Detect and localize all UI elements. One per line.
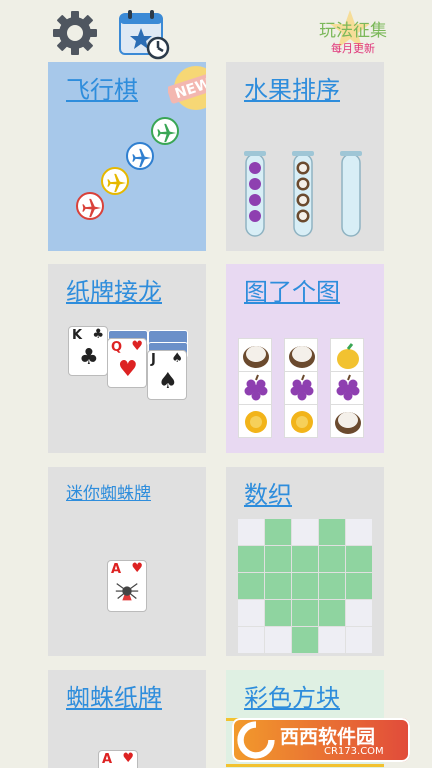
game-title[interactable]: 数织: [244, 475, 292, 510]
grape-tube-icon: [244, 150, 266, 238]
fruit-tile: [330, 338, 364, 372]
nonogram-cell: [346, 519, 372, 545]
watermark-c-icon: [237, 721, 275, 759]
promo-subtitle: 每月更新: [331, 42, 375, 55]
nonogram-cell: [265, 600, 291, 626]
nonogram-cell: [238, 600, 264, 626]
coconut-tube-icon: [292, 150, 314, 238]
game-title[interactable]: 蜘蛛纸牌: [66, 678, 162, 713]
nonogram-cell: [292, 546, 318, 572]
playing-card: A ♥: [107, 560, 147, 612]
nonogram-cell: [319, 573, 345, 599]
fruit-tile: [238, 338, 272, 372]
game-card-fruit-sort[interactable]: 水果排序: [226, 62, 384, 251]
nonogram-cell: [238, 573, 264, 599]
blue-plane-icon: [126, 142, 154, 170]
game-title[interactable]: 彩色方块: [244, 678, 340, 713]
game-title[interactable]: 图了个图: [244, 272, 340, 307]
playing-card: K ♣ ♣: [68, 326, 108, 376]
empty-tube-icon: [340, 150, 362, 238]
nonogram-cell: [265, 546, 291, 572]
fruit-tile: [284, 371, 318, 405]
yellow-plane-icon: [101, 167, 129, 195]
nonogram-cell: [238, 519, 264, 545]
fruit-tile: [330, 404, 364, 438]
nonogram-cell: [346, 573, 372, 599]
game-title[interactable]: 水果排序: [244, 70, 340, 105]
nonogram-cell: [319, 600, 345, 626]
game-card-tile-match[interactable]: 图了个图: [226, 264, 384, 453]
green-plane-icon: [151, 117, 179, 145]
fruit-tile: [238, 371, 272, 405]
playing-card: J ♠ ♠: [147, 350, 187, 400]
top-bar: 玩法征集 每月更新: [0, 0, 432, 62]
nonogram-cell: [238, 546, 264, 572]
gameplay-suggestion-banner[interactable]: 玩法征集 每月更新: [300, 10, 400, 58]
settings-gear-icon[interactable]: [50, 8, 100, 58]
fruit-tile: [284, 338, 318, 372]
game-card-mini-spider[interactable]: 迷你蜘蛛牌 A ♥: [48, 467, 206, 656]
spider-icon: [115, 583, 139, 601]
game-title[interactable]: 飞行棋: [66, 70, 138, 105]
playing-card: Q ♥ ♥: [107, 338, 147, 388]
nonogram-cell: [292, 627, 318, 653]
game-card-nonogram[interactable]: 数织: [226, 467, 384, 656]
playing-card: A ♥: [98, 750, 138, 768]
nonogram-cell: [265, 519, 291, 545]
nonogram-cell: [292, 573, 318, 599]
game-card-solitaire[interactable]: 纸牌接龙 K ♣ ♣ Q ♥ ♥ J ♠ ♠: [48, 264, 206, 453]
nonogram-cell: [265, 573, 291, 599]
nonogram-cell: [292, 600, 318, 626]
nonogram-cell: [265, 627, 291, 653]
watermark-url: CR173.COM: [324, 746, 384, 757]
game-title[interactable]: 迷你蜘蛛牌: [66, 479, 151, 504]
fruit-tile: [238, 404, 272, 438]
watermark-brand: 西西软件园: [280, 726, 376, 748]
fruit-tile: [284, 404, 318, 438]
watermark-logo: 西西软件园 CR173.COM: [232, 718, 410, 762]
game-card-ludo[interactable]: 飞行棋 NEW!: [48, 62, 206, 251]
promo-title: 玩法征集: [319, 21, 387, 41]
nonogram-cell: [346, 600, 372, 626]
fruit-tile: [330, 371, 364, 405]
nonogram-cell: [292, 519, 318, 545]
game-title[interactable]: 纸牌接龙: [66, 272, 162, 307]
nonogram-cell: [346, 546, 372, 572]
game-card-spider-solitaire[interactable]: 蜘蛛纸牌 A ♥: [48, 670, 206, 768]
daily-challenge-calendar-icon[interactable]: [118, 8, 172, 60]
nonogram-cell: [319, 546, 345, 572]
new-badge: NEW!: [167, 62, 206, 112]
color-bar: [226, 764, 384, 767]
nonogram-cell: [319, 519, 345, 545]
nonogram-cell: [238, 627, 264, 653]
red-plane-icon: [76, 192, 104, 220]
nonogram-cell: [346, 627, 372, 653]
nonogram-cell: [319, 627, 345, 653]
